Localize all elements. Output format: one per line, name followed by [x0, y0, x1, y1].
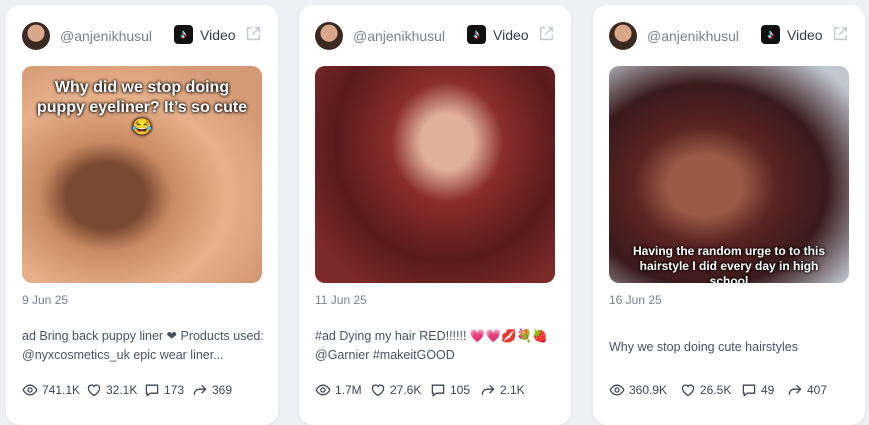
views-stat: 1.7M — [315, 381, 362, 399]
avatar[interactable] — [609, 22, 637, 50]
video-thumbnail[interactable]: Having the random urge to to this hairst… — [609, 66, 849, 283]
video-thumbnail[interactable]: Why did we stop doing puppy eyeliner? It… — [22, 66, 262, 283]
comments-count: 173 — [164, 383, 185, 397]
shares-count: 407 — [807, 383, 828, 397]
views-count: 360.9K — [629, 383, 668, 397]
stats-row: 360.9K 26.5K 49 407 — [609, 381, 855, 399]
video-thumbnail[interactable] — [315, 66, 555, 283]
creator-handle[interactable]: @anjenikhusul — [60, 28, 152, 44]
post-description: ad Bring back puppy liner ❤ Products use… — [22, 329, 264, 362]
shares-stat: 407 — [787, 381, 827, 399]
stats-row: 741.1K 32.1K 173 369 — [22, 381, 268, 399]
share-icon — [193, 384, 207, 395]
card-header: @anjenikhusul Video — [609, 22, 849, 50]
platform-label: Video — [493, 27, 529, 43]
comments-count: 49 — [761, 383, 775, 397]
eye-icon — [315, 384, 331, 396]
heart-icon — [371, 384, 385, 397]
post-card[interactable]: @anjenikhusul Video 11 Jun 25 #ad Dying … — [299, 5, 571, 425]
shares-stat: 369 — [192, 381, 232, 399]
likes-stat: 26.5K — [680, 381, 731, 399]
heart-icon — [87, 384, 101, 397]
tiktok-icon — [761, 25, 780, 44]
heart-icon — [681, 384, 695, 397]
eye-icon — [22, 384, 38, 396]
stats-row: 1.7M 27.6K 105 2.1K — [315, 381, 561, 399]
eye-icon — [609, 384, 625, 396]
platform-label: Video — [200, 27, 236, 43]
post-description: Why we stop doing cute hairstyles — [609, 340, 798, 354]
avatar[interactable] — [315, 22, 343, 50]
comments-stat: 49 — [741, 381, 774, 399]
shares-stat: 2.1K — [480, 381, 525, 399]
post-description: #ad Dying my hair RED!!!!!! 💗💗💋💐🍓 @Garni… — [315, 329, 548, 362]
creator-handle[interactable]: @anjenikhusul — [353, 28, 445, 44]
post-date: 16 Jun 25 — [609, 293, 662, 307]
platform-label: Video — [787, 27, 823, 43]
tiktok-icon — [174, 25, 193, 44]
views-count: 1.7M — [335, 383, 362, 397]
external-link-icon[interactable] — [244, 25, 262, 43]
shares-count: 2.1K — [500, 383, 525, 397]
comments-stat: 173 — [144, 381, 184, 399]
creator-handle[interactable]: @anjenikhusul — [647, 28, 739, 44]
comment-icon — [742, 384, 756, 397]
card-header: @anjenikhusul Video — [315, 22, 555, 50]
comments-stat: 105 — [430, 381, 470, 399]
external-link-icon[interactable] — [831, 25, 849, 43]
card-header: @anjenikhusul Video — [22, 22, 262, 50]
post-date: 9 Jun 25 — [22, 293, 69, 307]
likes-stat: 32.1K — [86, 381, 137, 399]
likes-count: 32.1K — [106, 383, 138, 397]
likes-count: 27.6K — [390, 383, 422, 397]
thumbnail-caption: Having the random urge to to this hairst… — [632, 244, 825, 283]
thumbnail-caption: Why did we stop doing puppy eyeliner? It… — [36, 79, 248, 136]
views-stat: 360.9K — [609, 381, 667, 399]
tiktok-icon — [467, 25, 486, 44]
shares-count: 369 — [212, 383, 233, 397]
post-card[interactable]: @anjenikhusul Video Having the random ur… — [593, 5, 865, 425]
post-date: 11 Jun 25 — [315, 293, 367, 307]
comments-count: 105 — [450, 383, 471, 397]
external-link-icon[interactable] — [537, 25, 555, 43]
avatar[interactable] — [22, 22, 50, 50]
post-card[interactable]: @anjenikhusul Video Why did we stop doin… — [6, 5, 278, 425]
likes-stat: 27.6K — [370, 381, 421, 399]
views-stat: 741.1K — [22, 381, 80, 399]
comment-icon — [145, 384, 159, 397]
share-icon — [788, 384, 802, 395]
share-icon — [481, 384, 495, 395]
comment-icon — [431, 384, 445, 397]
views-count: 741.1K — [42, 383, 81, 397]
likes-count: 26.5K — [700, 383, 732, 397]
